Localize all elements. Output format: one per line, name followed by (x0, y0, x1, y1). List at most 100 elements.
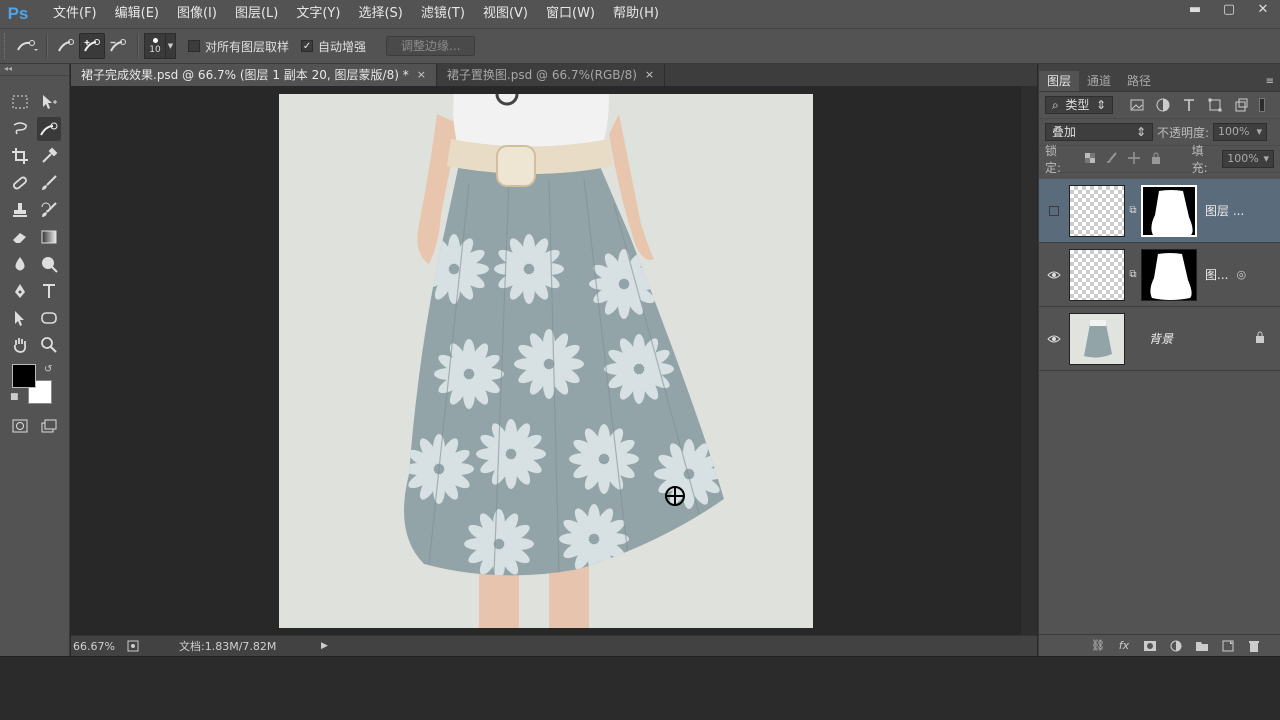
blur-tool[interactable] (8, 252, 32, 276)
layer-name[interactable]: 图层 ... (1205, 202, 1244, 219)
subtract-from-selection-mode-button[interactable] (105, 33, 131, 59)
status-info-icon[interactable] (123, 640, 143, 652)
tab-layers[interactable]: 图层 (1039, 71, 1080, 91)
eye-icon[interactable] (1039, 334, 1069, 344)
add-mask-icon[interactable] (1142, 640, 1158, 652)
filter-shape-icon[interactable] (1205, 98, 1225, 112)
lock-pixels-icon[interactable] (1106, 151, 1118, 167)
minimize-button[interactable]: ▬ (1178, 0, 1212, 18)
layer-filter-select[interactable]: ⌕ 类型 ⇕ (1045, 96, 1113, 114)
options-bar-grip[interactable] (4, 33, 14, 59)
layer-row[interactable]: 背景 (1039, 307, 1280, 371)
menu-help[interactable]: 帮助(H) (604, 0, 668, 28)
vertical-scrollbar[interactable] (1021, 86, 1037, 635)
menu-image[interactable]: 图像(I) (168, 0, 226, 28)
mask-link-icon[interactable]: ⧉ (1125, 205, 1141, 216)
adjustment-layer-icon[interactable] (1168, 640, 1184, 652)
tool-preset-picker[interactable] (14, 33, 40, 59)
foreground-color[interactable] (12, 364, 36, 388)
status-menu-arrow-icon[interactable]: ▶ (321, 641, 328, 651)
crop-tool[interactable] (8, 144, 32, 168)
layer-name[interactable]: 图... (1205, 266, 1228, 283)
menu-view[interactable]: 视图(V) (474, 0, 537, 28)
canvas-area[interactable] (71, 86, 1037, 635)
lasso-tool[interactable] (8, 117, 32, 141)
history-brush-tool[interactable] (37, 198, 61, 222)
move-tool[interactable] (37, 90, 61, 114)
marquee-tool[interactable] (8, 90, 32, 114)
lock-all-icon[interactable] (1150, 152, 1162, 167)
menu-select[interactable]: 选择(S) (349, 0, 411, 28)
filter-toggle[interactable] (1259, 98, 1265, 112)
eye-icon[interactable] (1039, 270, 1069, 280)
layer-thumbnail[interactable] (1069, 248, 1125, 301)
tab-skirt-displace[interactable]: 裙子置换图.psd @ 66.7%(RGB/8) × (437, 64, 666, 86)
fill-field[interactable]: 100% ▾ (1222, 150, 1275, 168)
shape-tool[interactable] (37, 306, 61, 330)
gradient-tool[interactable] (37, 225, 61, 249)
visibility-toggle[interactable] (1039, 205, 1069, 216)
filter-pixel-icon[interactable] (1127, 99, 1147, 111)
swap-colors-icon[interactable]: ↺ (44, 364, 52, 375)
brush-picker-dropdown[interactable]: ▼ (166, 33, 176, 59)
menu-type[interactable]: 文字(Y) (287, 0, 349, 28)
menu-edit[interactable]: 编辑(E) (106, 0, 168, 28)
filter-adjustment-icon[interactable] (1153, 98, 1173, 112)
close-icon[interactable]: × (645, 64, 654, 86)
lock-transparency-icon[interactable] (1084, 152, 1096, 167)
filter-smart-object-icon[interactable] (1231, 98, 1251, 112)
layer-mask-thumbnail[interactable] (1141, 248, 1197, 301)
zoom-tool[interactable] (37, 333, 61, 357)
eraser-tool[interactable] (8, 225, 32, 249)
type-tool[interactable] (37, 279, 61, 303)
new-selection-mode-button[interactable] (53, 33, 79, 59)
tab-skirt-final[interactable]: 裙子完成效果.psd @ 66.7% (图层 1 副本 20, 图层蒙版/8) … (71, 64, 437, 86)
folder-icon[interactable] (1194, 640, 1210, 652)
tools-panel-collapse[interactable]: ◂◂ (0, 64, 69, 76)
layer-mask-thumbnail[interactable] (1141, 184, 1197, 237)
layer-thumbnail[interactable] (1069, 184, 1125, 237)
quick-selection-tool[interactable] (37, 116, 61, 141)
close-button[interactable]: ✕ (1246, 0, 1280, 18)
add-to-selection-mode-button[interactable] (79, 33, 105, 59)
clone-stamp-tool[interactable] (8, 198, 32, 222)
document-canvas[interactable] (279, 94, 813, 628)
hand-tool[interactable] (8, 333, 32, 357)
layer-name[interactable]: 背景 (1149, 330, 1173, 347)
brush-tool[interactable] (37, 171, 61, 195)
menu-filter[interactable]: 滤镜(T) (412, 0, 474, 28)
trash-icon[interactable] (1246, 640, 1262, 652)
dodge-tool[interactable] (37, 252, 61, 276)
layer-row[interactable]: ⧉ 图... ◎ (1039, 243, 1280, 307)
pen-tool[interactable] (8, 279, 32, 303)
layer-row[interactable]: ⧉ 图层 ... (1039, 179, 1280, 243)
tab-paths[interactable]: 路径 (1119, 71, 1159, 91)
layer-effects-icon[interactable]: ◎ (1236, 268, 1246, 281)
refine-edge-button[interactable]: 调整边缘... (386, 36, 476, 56)
tab-channels[interactable]: 通道 (1079, 71, 1119, 91)
blend-mode-select[interactable]: 叠加 ⇕ (1045, 123, 1153, 141)
close-icon[interactable]: × (417, 64, 426, 86)
lock-position-icon[interactable] (1127, 151, 1140, 167)
path-selection-tool[interactable] (8, 306, 32, 330)
screen-mode-button[interactable] (37, 414, 61, 438)
maximize-button[interactable]: ▢ (1212, 0, 1246, 18)
zoom-level[interactable]: 66.67% (71, 640, 123, 653)
opacity-field[interactable]: 100% ▾ (1213, 123, 1268, 141)
sample-all-layers-checkbox[interactable] (188, 40, 200, 52)
layer-thumbnail[interactable] (1069, 312, 1125, 365)
menu-file[interactable]: 文件(F) (44, 0, 106, 28)
default-colors-icon[interactable]: ■ (10, 392, 19, 402)
panel-menu-icon[interactable]: ≡ (1266, 76, 1274, 87)
menu-layer[interactable]: 图层(L) (226, 0, 287, 28)
quick-mask-button[interactable] (8, 414, 32, 438)
link-layers-icon[interactable]: ⛓ (1090, 639, 1106, 652)
fx-icon[interactable]: fx (1116, 639, 1132, 652)
menu-window[interactable]: 窗口(W) (537, 0, 604, 28)
healing-brush-tool[interactable] (8, 171, 32, 195)
eyedropper-tool[interactable] (37, 144, 61, 168)
brush-size-picker[interactable]: 10 (144, 33, 166, 59)
mask-link-icon[interactable]: ⧉ (1125, 269, 1141, 280)
auto-enhance-checkbox[interactable]: ✓ (301, 40, 314, 52)
new-layer-icon[interactable] (1220, 640, 1236, 652)
